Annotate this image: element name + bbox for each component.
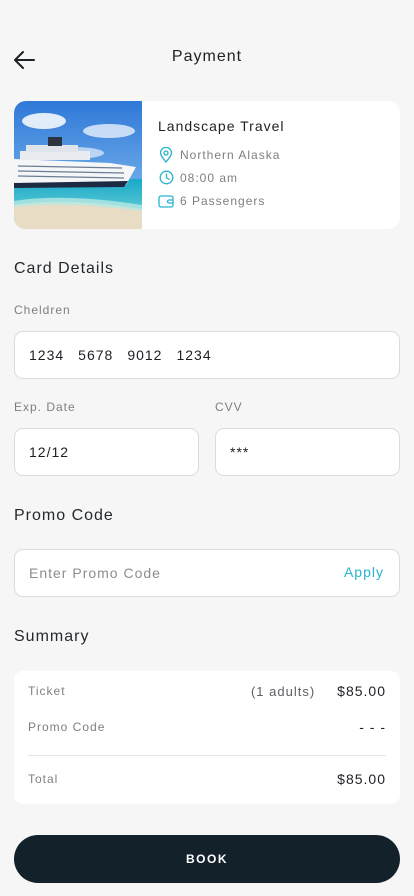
card-number-group: 1234	[29, 347, 65, 363]
card-number-label: Cheldren	[14, 303, 71, 317]
summary-promo-row: Promo Code - - -	[28, 719, 386, 735]
total-price: $85.00	[337, 771, 386, 787]
trip-info: Landscape Travel Northern Alaska 08:00 a…	[142, 101, 285, 229]
trip-time-text: 08:00 am	[180, 170, 239, 185]
total-label: Total	[28, 772, 59, 786]
ticket-price: $85.00	[337, 683, 386, 699]
promo-code-title: Promo Code	[14, 507, 114, 524]
promo-code-field: Enter Promo Code Apply	[14, 549, 400, 597]
summary-card: Ticket (1 adults) $85.00 Promo Code - - …	[14, 671, 400, 804]
cvv-label: CVV	[215, 400, 243, 414]
trip-time: 08:00 am	[158, 166, 285, 189]
exp-date-label: Exp. Date	[14, 400, 76, 414]
wallet-icon	[158, 193, 174, 209]
exp-date-input[interactable]: 12/12	[14, 428, 199, 476]
trip-title: Landscape Travel	[158, 118, 285, 134]
summary-total-row: Total $85.00	[28, 771, 386, 787]
exp-date-value: 12/12	[29, 444, 70, 460]
summary-title: Summary	[14, 628, 90, 645]
promo-summary-value: - - -	[359, 719, 386, 735]
card-number-input[interactable]: 1234 5678 9012 1234	[14, 331, 400, 379]
trip-location: Northern Alaska	[158, 143, 285, 166]
apply-button[interactable]: Apply	[344, 564, 384, 580]
trip-passengers: 6 Passengers	[158, 189, 285, 212]
location-pin-icon	[158, 146, 174, 163]
cvv-input[interactable]: ***	[215, 428, 400, 476]
cvv-value: ***	[230, 444, 250, 460]
trip-card: Landscape Travel Northern Alaska 08:00 a…	[14, 101, 400, 229]
card-details-title: Card Details	[14, 260, 115, 277]
clock-icon	[158, 170, 174, 186]
card-number-group: 9012	[127, 347, 163, 363]
summary-divider	[28, 755, 386, 756]
page-title: Payment	[171, 48, 243, 65]
promo-code-input[interactable]: Enter Promo Code	[29, 565, 161, 581]
trip-location-text: Northern Alaska	[180, 147, 281, 162]
summary-ticket-row: Ticket (1 adults) $85.00	[28, 683, 386, 699]
trip-passengers-text: 6 Passengers	[180, 193, 266, 208]
promo-summary-label: Promo Code	[28, 720, 106, 734]
ticket-label: Ticket	[28, 684, 66, 698]
card-number-group: 5678	[78, 347, 114, 363]
card-number-group: 1234	[176, 347, 212, 363]
ticket-note: (1 adults)	[250, 683, 316, 699]
cruise-ship-photo	[14, 101, 142, 229]
book-button[interactable]: BOOK	[14, 835, 400, 883]
